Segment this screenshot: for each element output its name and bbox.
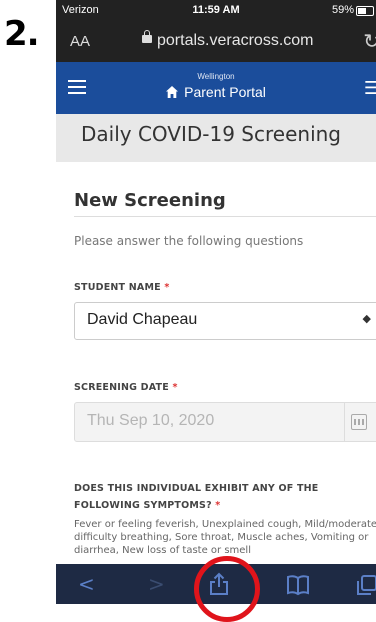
instructions: Please answer the following questions <box>74 234 304 248</box>
section-title: New Screening <box>74 190 226 211</box>
symptoms-list: Fever or feeling feverish, Unexplained c… <box>74 519 376 556</box>
page-title: Daily COVID-19 Screening <box>80 122 341 146</box>
symptoms-question-text: DOES THIS INDIVIDUAL EXHIBIT ANY OF THE … <box>74 483 319 511</box>
student-name-label-text: STUDENT NAME <box>74 282 161 293</box>
status-bar: Verizon 11:59 AM 59% <box>56 0 376 22</box>
title-band: Daily COVID-19 Screening <box>56 114 376 162</box>
text-size-button[interactable]: AA <box>70 33 90 50</box>
back-icon[interactable]: < <box>78 572 95 596</box>
student-select[interactable]: David Chapeau ◆ <box>74 302 376 340</box>
bookmarks-icon[interactable] <box>286 574 310 596</box>
screening-date-value: Thu Sep 10, 2020 <box>87 412 215 429</box>
url-text[interactable]: portals.veracross.com <box>157 32 314 50</box>
required-marker: * <box>172 382 178 393</box>
screening-date-input[interactable]: Thu Sep 10, 2020 <box>74 402 376 442</box>
home-icon <box>166 86 179 98</box>
step-label: 2. <box>4 14 40 54</box>
section-divider <box>74 216 376 217</box>
status-time: 11:59 AM <box>192 4 240 16</box>
phone-screen: Verizon 11:59 AM 59% AA portals.veracros… <box>56 0 376 604</box>
user-icon[interactable]: ☰ <box>364 78 376 99</box>
screening-date-label: SCREENING DATE * <box>74 382 178 393</box>
portal-header: Wellington Parent Portal ☰ <box>56 62 376 114</box>
lock-icon <box>142 30 152 43</box>
student-select-value: David Chapeau <box>87 311 198 328</box>
address-bar[interactable]: AA portals.veracross.com ↻ <box>56 22 376 62</box>
school-name: Wellington <box>197 72 235 81</box>
calendar-icon[interactable] <box>351 414 367 430</box>
share-highlight-circle <box>194 556 260 622</box>
reload-icon[interactable]: ↻ <box>363 29 376 54</box>
date-divider <box>344 403 345 441</box>
screening-date-label-text: SCREENING DATE <box>74 382 169 393</box>
portal-title: Parent Portal <box>184 84 266 100</box>
student-name-label: STUDENT NAME * <box>74 282 169 293</box>
portal-home-link[interactable]: Parent Portal <box>56 84 376 100</box>
select-arrows-icon: ◆ <box>362 313 371 325</box>
required-marker: * <box>215 500 221 511</box>
battery-icon <box>356 6 374 16</box>
required-marker: * <box>164 282 170 293</box>
symptoms-question: DOES THIS INDIVIDUAL EXHIBIT ANY OF THE … <box>74 480 374 514</box>
forward-icon[interactable]: > <box>148 572 165 596</box>
tabs-icon[interactable] <box>356 574 376 596</box>
battery-level: 59% <box>331 4 354 16</box>
